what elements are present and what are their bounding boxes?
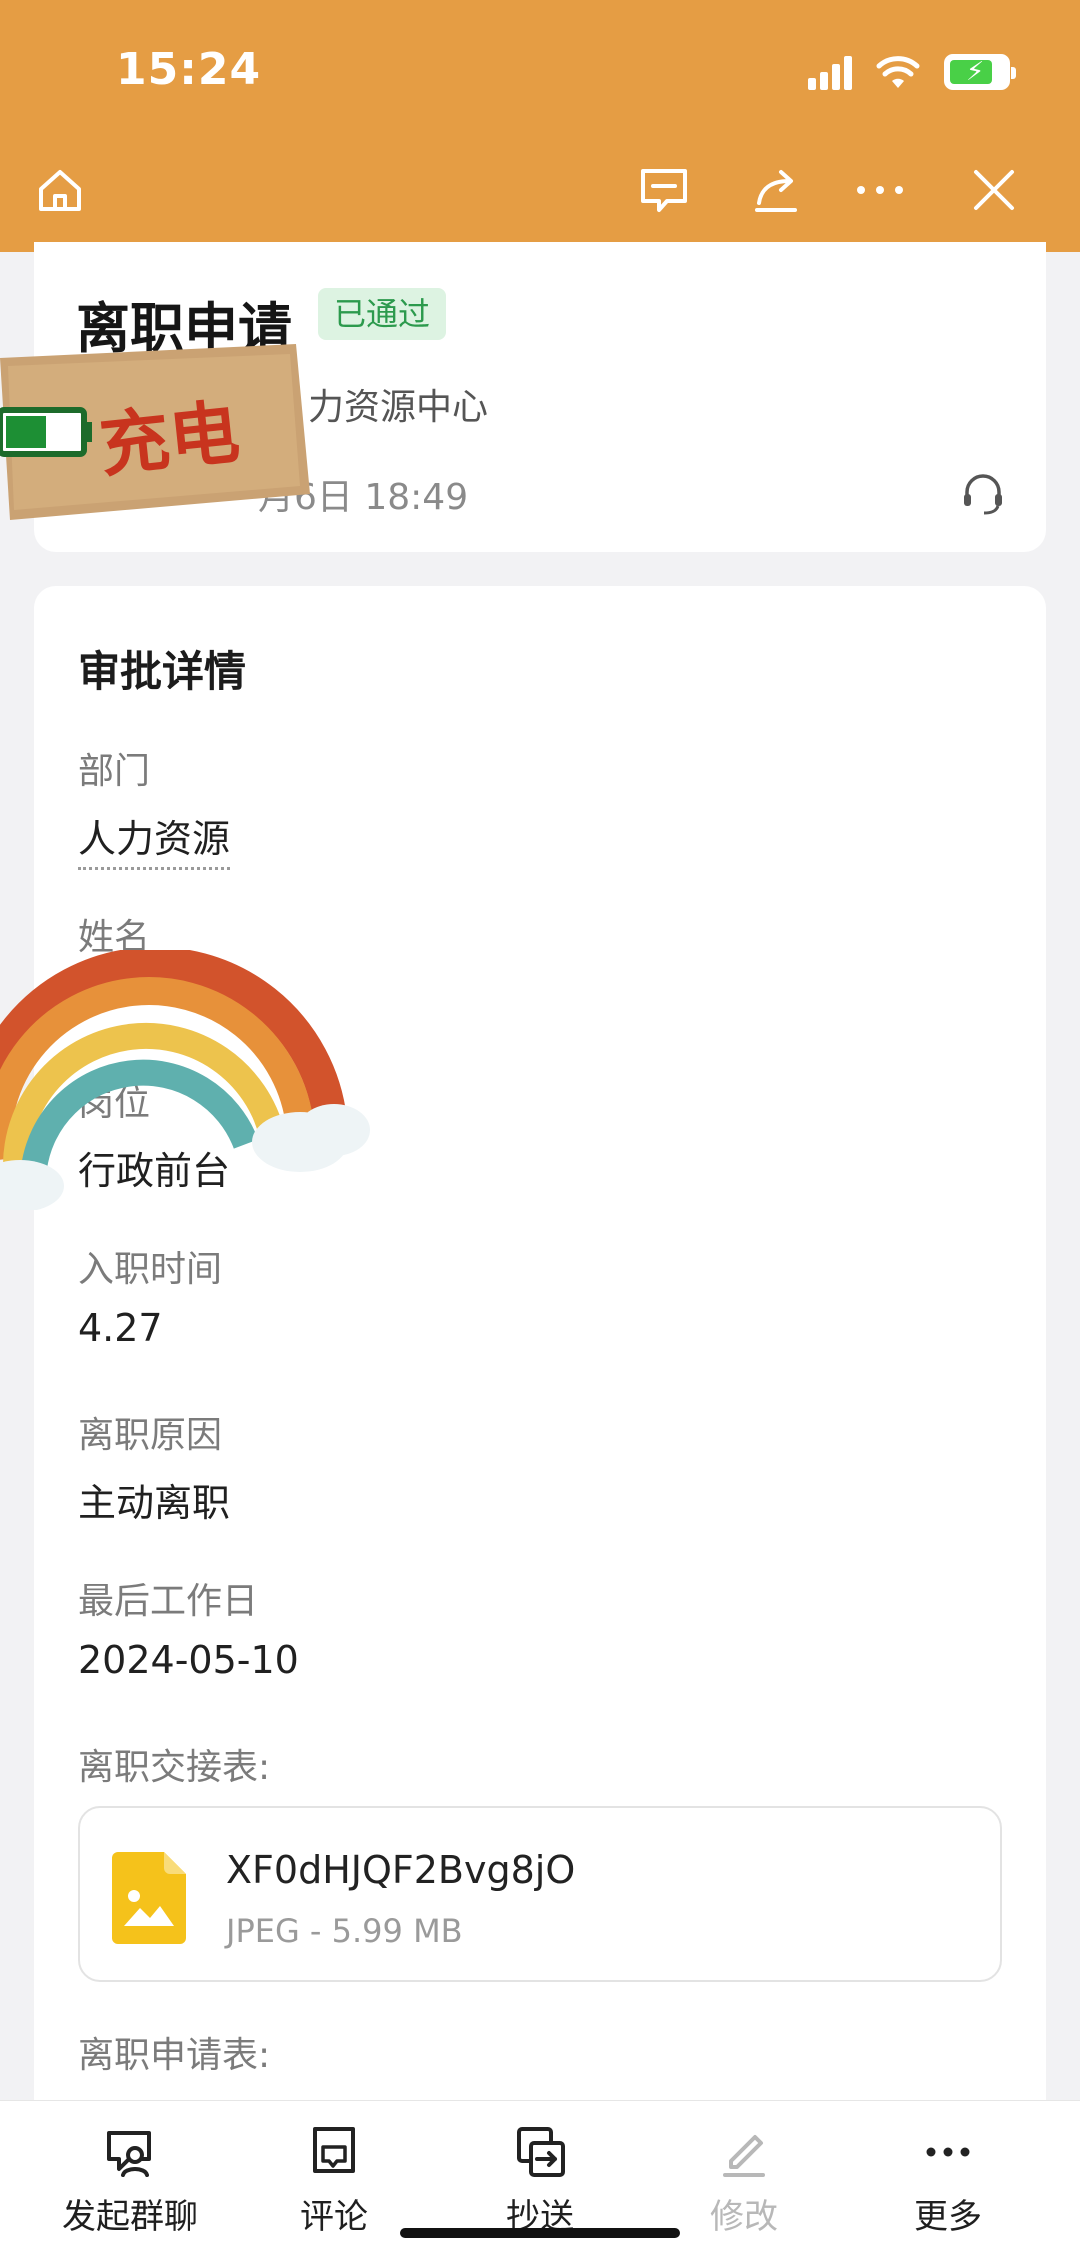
field-value-department[interactable]: 人力资源 [78, 817, 231, 870]
more-dots-icon [857, 186, 903, 194]
application-form-label: 离职申请表: [78, 2035, 271, 2076]
cellular-signal-icon [808, 54, 852, 90]
approval-detail-card: 审批详情 部门 人力资源 姓名 岗位 行政前台 入职时间 4.27 离职原因 主… [34, 586, 1046, 2166]
top-bar: 15:24 ⚡ [0, 0, 1080, 252]
charging-sticker: 充电 [0, 344, 310, 520]
share-button[interactable] [746, 160, 806, 220]
cc-button[interactable]: 抄送 [440, 2125, 640, 2238]
field-label-reason: 离职原因 [78, 1415, 223, 1456]
more-button[interactable]: 更多 [848, 2125, 1048, 2238]
field-label-department: 部门 [78, 751, 151, 792]
more-label: 更多 [914, 2197, 982, 2237]
home-indicator [400, 2228, 680, 2238]
file-name: XF0dHJQF2Bvg8jO [226, 1848, 576, 1892]
wifi-icon [876, 56, 920, 88]
edit-icon [723, 2135, 765, 2177]
status-time: 15:24 [116, 44, 262, 95]
share-icon [755, 170, 797, 212]
section-title: 审批详情 [78, 647, 247, 696]
close-icon [974, 170, 1014, 210]
status-badge: 已通过 [318, 288, 447, 340]
battery-icon: ⚡ [944, 54, 1016, 90]
close-button[interactable] [964, 160, 1024, 220]
headset-icon[interactable] [960, 470, 1006, 516]
department-text: 力资源中心 [308, 387, 489, 428]
more-menu-button[interactable] [850, 160, 910, 220]
field-value-hire-date: 4.27 [78, 1306, 163, 1350]
field-value-reason: 主动离职 [78, 1481, 231, 1525]
file-meta: JPEG - 5.99 MB [226, 1912, 463, 1950]
comment-icon [313, 2127, 355, 2173]
field-label-last-day: 最后工作日 [78, 1581, 259, 1622]
cc-icon [517, 2127, 565, 2177]
more-icon [926, 2147, 970, 2157]
handover-label: 离职交接表: [78, 1747, 271, 1788]
start-group-chat-button[interactable]: 发起群聊 [30, 2125, 230, 2238]
message-button[interactable] [634, 160, 694, 220]
home-icon [39, 170, 81, 211]
home-button[interactable] [30, 160, 90, 220]
group-chat-icon [107, 2131, 151, 2177]
charging-sticker-text: 充电 [96, 391, 244, 487]
field-label-hire-date: 入职时间 [78, 1249, 223, 1290]
message-icon [641, 169, 687, 212]
rainbow-sticker [0, 950, 370, 1210]
handover-file-attachment[interactable]: XF0dHJQF2Bvg8jO JPEG - 5.99 MB [78, 1806, 1002, 1982]
comment-button[interactable]: 评论 [234, 2125, 434, 2238]
edit-button[interactable]: 修改 [644, 2125, 844, 2238]
start-group-chat-label: 发起群聊 [62, 2197, 198, 2237]
image-file-icon [112, 1852, 186, 1944]
field-value-last-day: 2024-05-10 [78, 1638, 299, 1682]
status-icons: ⚡ [808, 48, 1016, 96]
